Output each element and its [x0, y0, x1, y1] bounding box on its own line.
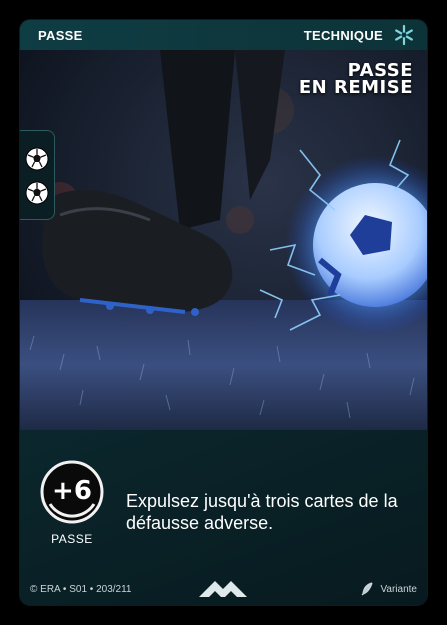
soccer-ball-icon: [25, 147, 49, 171]
cost-badge: +6: [40, 460, 104, 524]
technique-icon: [395, 24, 413, 46]
card-header: PASSE TECHNIQUE: [20, 20, 427, 50]
card-type: PASSE: [38, 28, 83, 43]
card-artwork: [20, 50, 427, 430]
era-logo-icon: [199, 581, 247, 597]
soccer-ball-icon: [25, 181, 49, 205]
card-title-line-2: EN REMISE: [298, 77, 413, 98]
copyright-text: © ERA • S01 • 203/211: [30, 584, 132, 595]
card-footer: © ERA • S01 • 203/211 Variante: [20, 568, 427, 605]
effect-text: Expulsez jusqu'à trois cartes de la défa…: [126, 491, 398, 533]
cost-value: +6: [52, 476, 92, 506]
game-card[interactable]: PASSE TECHNIQUE PASSE EN REMISE +6 PASSE…: [20, 20, 427, 605]
card-category: TECHNIQUE: [303, 28, 383, 43]
card-title: PASSE EN REMISE: [298, 62, 413, 98]
artwork-scene: [20, 50, 427, 430]
variant-label: Variante: [380, 584, 417, 595]
side-icon-tab: [20, 130, 55, 220]
feather-icon: [361, 582, 373, 596]
cost-label: PASSE: [51, 532, 93, 546]
